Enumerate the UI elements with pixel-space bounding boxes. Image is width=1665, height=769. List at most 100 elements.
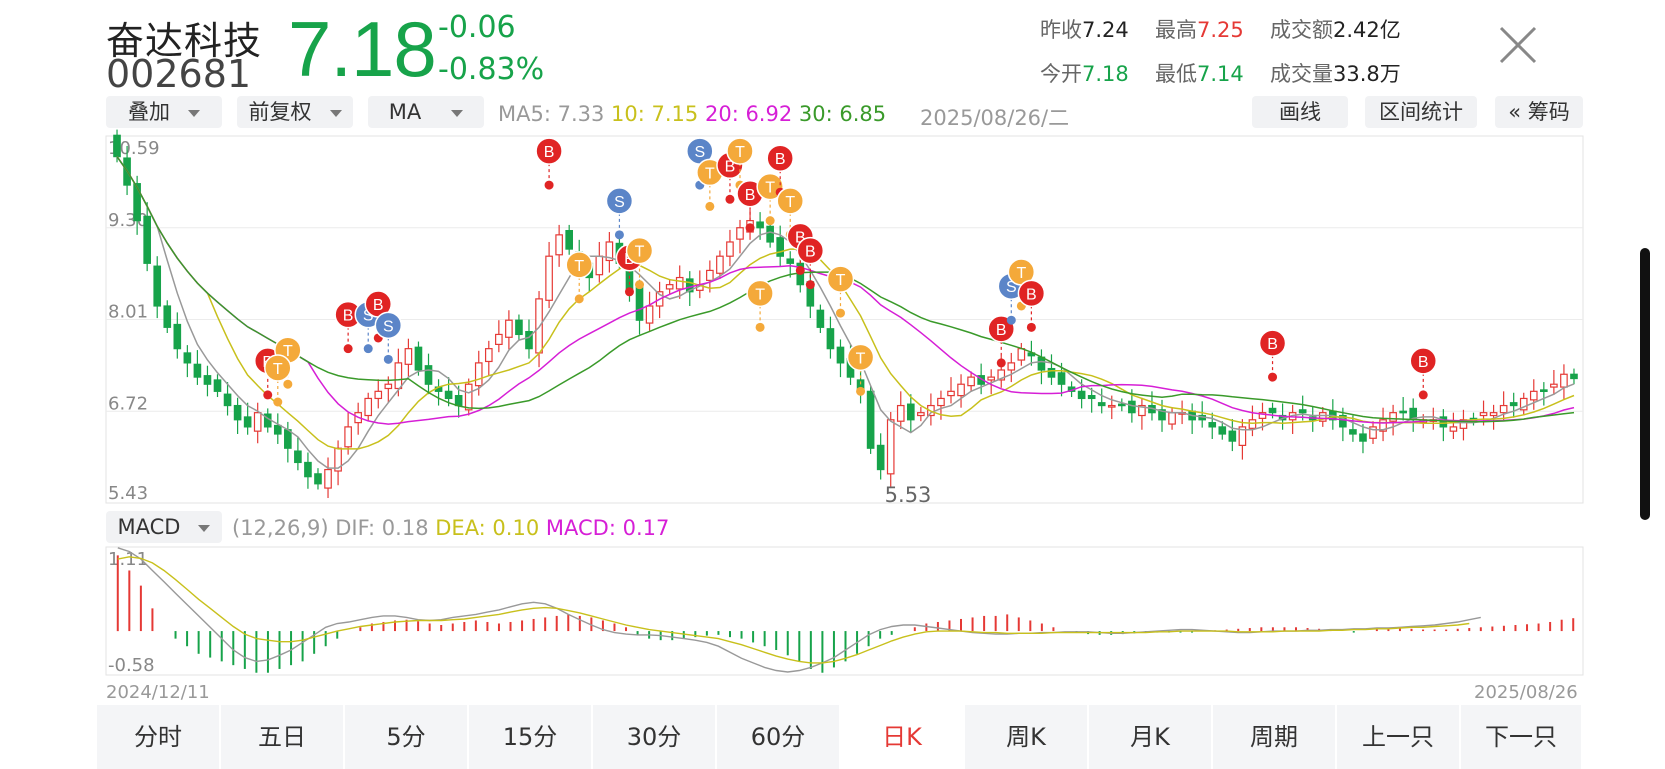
chips-button[interactable]: « 筹码 <box>1495 96 1583 128</box>
candle-body <box>1278 414 1287 421</box>
chevron-down-icon <box>198 524 211 532</box>
marker-label: T <box>283 343 293 360</box>
candle-body <box>1519 397 1528 411</box>
prev-stock-button[interactable]: 上一只 <box>1337 705 1459 769</box>
overlay-dropdown[interactable]: 叠加 <box>106 96 222 128</box>
macd-indicator-label: MACD <box>117 515 181 539</box>
marker-dot <box>856 386 866 396</box>
marker-dot <box>745 223 755 233</box>
candle-body <box>304 461 312 478</box>
tab-minute[interactable]: 分时 <box>97 705 219 769</box>
marker-label: B <box>1026 286 1037 303</box>
marker-label: S <box>1006 279 1017 296</box>
candle-body <box>284 429 292 449</box>
marker-label: B <box>996 322 1007 339</box>
marker-label: B <box>1418 354 1429 371</box>
marker-label: T <box>705 165 715 182</box>
marker-badge <box>846 343 875 372</box>
marker-label: B <box>1267 336 1278 353</box>
marker-label: T <box>785 194 795 211</box>
tab-30min[interactable]: 30分 <box>593 705 715 769</box>
quote-volume: 成交量33.8万 <box>1270 58 1401 88</box>
candle-body <box>464 383 473 411</box>
marker-label: S <box>363 308 374 325</box>
marker-dot <box>996 358 1006 368</box>
indicator-dropdown[interactable]: MA <box>368 96 484 128</box>
candle-body <box>1529 390 1538 401</box>
candle-body <box>183 352 192 364</box>
candle-body <box>1158 409 1166 421</box>
candle-body <box>324 468 332 489</box>
marker-badge <box>1409 347 1438 375</box>
ma5-line <box>116 156 1575 469</box>
marker-label: B <box>262 354 273 371</box>
candle-body <box>1027 352 1036 357</box>
quote-label: 成交量 <box>1270 62 1333 86</box>
candle-body <box>1047 367 1056 378</box>
macd-dropdown[interactable]: MACD <box>106 511 222 543</box>
candle-body <box>314 473 322 485</box>
candle-body <box>1369 426 1377 439</box>
quote-value: 7.24 <box>1082 18 1129 42</box>
candle-body <box>1429 419 1438 422</box>
tab-period[interactable]: 周期 <box>1213 705 1335 769</box>
tab-monthly-k[interactable]: 月K <box>1089 705 1211 769</box>
candle-body <box>203 375 212 385</box>
adjust-dropdown[interactable]: 前复权 <box>237 96 353 128</box>
quote-high: 最高7.25 <box>1155 14 1244 44</box>
marker-dot <box>343 344 353 354</box>
candle-body <box>1469 417 1478 421</box>
overlay-label: 叠加 <box>128 100 170 124</box>
candle-body <box>786 258 795 264</box>
ma10-line <box>116 156 1575 450</box>
marker-dot <box>785 230 795 240</box>
candle-body <box>1118 403 1126 407</box>
dea-line <box>117 556 1470 664</box>
macd-params: (12,26,9) <box>232 516 329 540</box>
candle-body <box>806 281 815 307</box>
candle-body <box>1499 404 1508 414</box>
next-stock-button[interactable]: 下一只 <box>1461 705 1581 769</box>
candle-body <box>515 319 523 336</box>
marker-label: T <box>856 350 866 367</box>
current-price: 7.18 <box>288 5 437 93</box>
marker-badge <box>354 300 382 329</box>
marker-label: S <box>614 194 625 211</box>
candle-body <box>987 376 996 381</box>
marker-badge <box>776 187 804 215</box>
scrollbar[interactable] <box>1640 248 1650 520</box>
candle-body <box>1479 412 1488 417</box>
marker-dot <box>805 280 815 290</box>
tab-daily-k[interactable]: 日K <box>841 705 963 769</box>
candle-body <box>1379 419 1387 432</box>
candle-body <box>444 390 453 400</box>
marker-dot <box>775 187 785 197</box>
candle-body <box>1238 426 1247 446</box>
candle-body <box>1228 430 1237 442</box>
candle-body <box>1178 412 1186 415</box>
candle-body <box>1198 414 1207 421</box>
marker-label: T <box>735 144 745 161</box>
stock-code: 002681 <box>106 52 252 96</box>
tab-60min[interactable]: 60分 <box>717 705 839 769</box>
candle-body <box>736 227 744 240</box>
range-stats-button[interactable]: 区间统计 <box>1365 96 1477 128</box>
tab-five-day[interactable]: 五日 <box>221 705 343 769</box>
candle-body <box>263 413 272 428</box>
candle-body <box>123 157 131 186</box>
candle-body <box>1208 422 1217 428</box>
tab-weekly-k[interactable]: 周K <box>965 705 1087 769</box>
draw-line-button[interactable]: 画线 <box>1252 96 1348 128</box>
marker-badge <box>726 137 754 165</box>
adjust-label: 前复权 <box>248 100 312 124</box>
candle-body <box>434 386 443 392</box>
candle-body <box>675 276 684 290</box>
chevron-down-icon <box>451 109 464 117</box>
candle-body <box>1268 407 1277 414</box>
tab-5min[interactable]: 5分 <box>345 705 467 769</box>
quote-value: 7.14 <box>1197 62 1244 86</box>
tab-15min[interactable]: 15分 <box>469 705 591 769</box>
close-icon[interactable] <box>1495 22 1541 68</box>
marker-label: B <box>544 144 555 161</box>
macd-values: (12,26,9) DIF: 0.18 DEA: 0.10 MACD: 0.17 <box>232 516 669 540</box>
